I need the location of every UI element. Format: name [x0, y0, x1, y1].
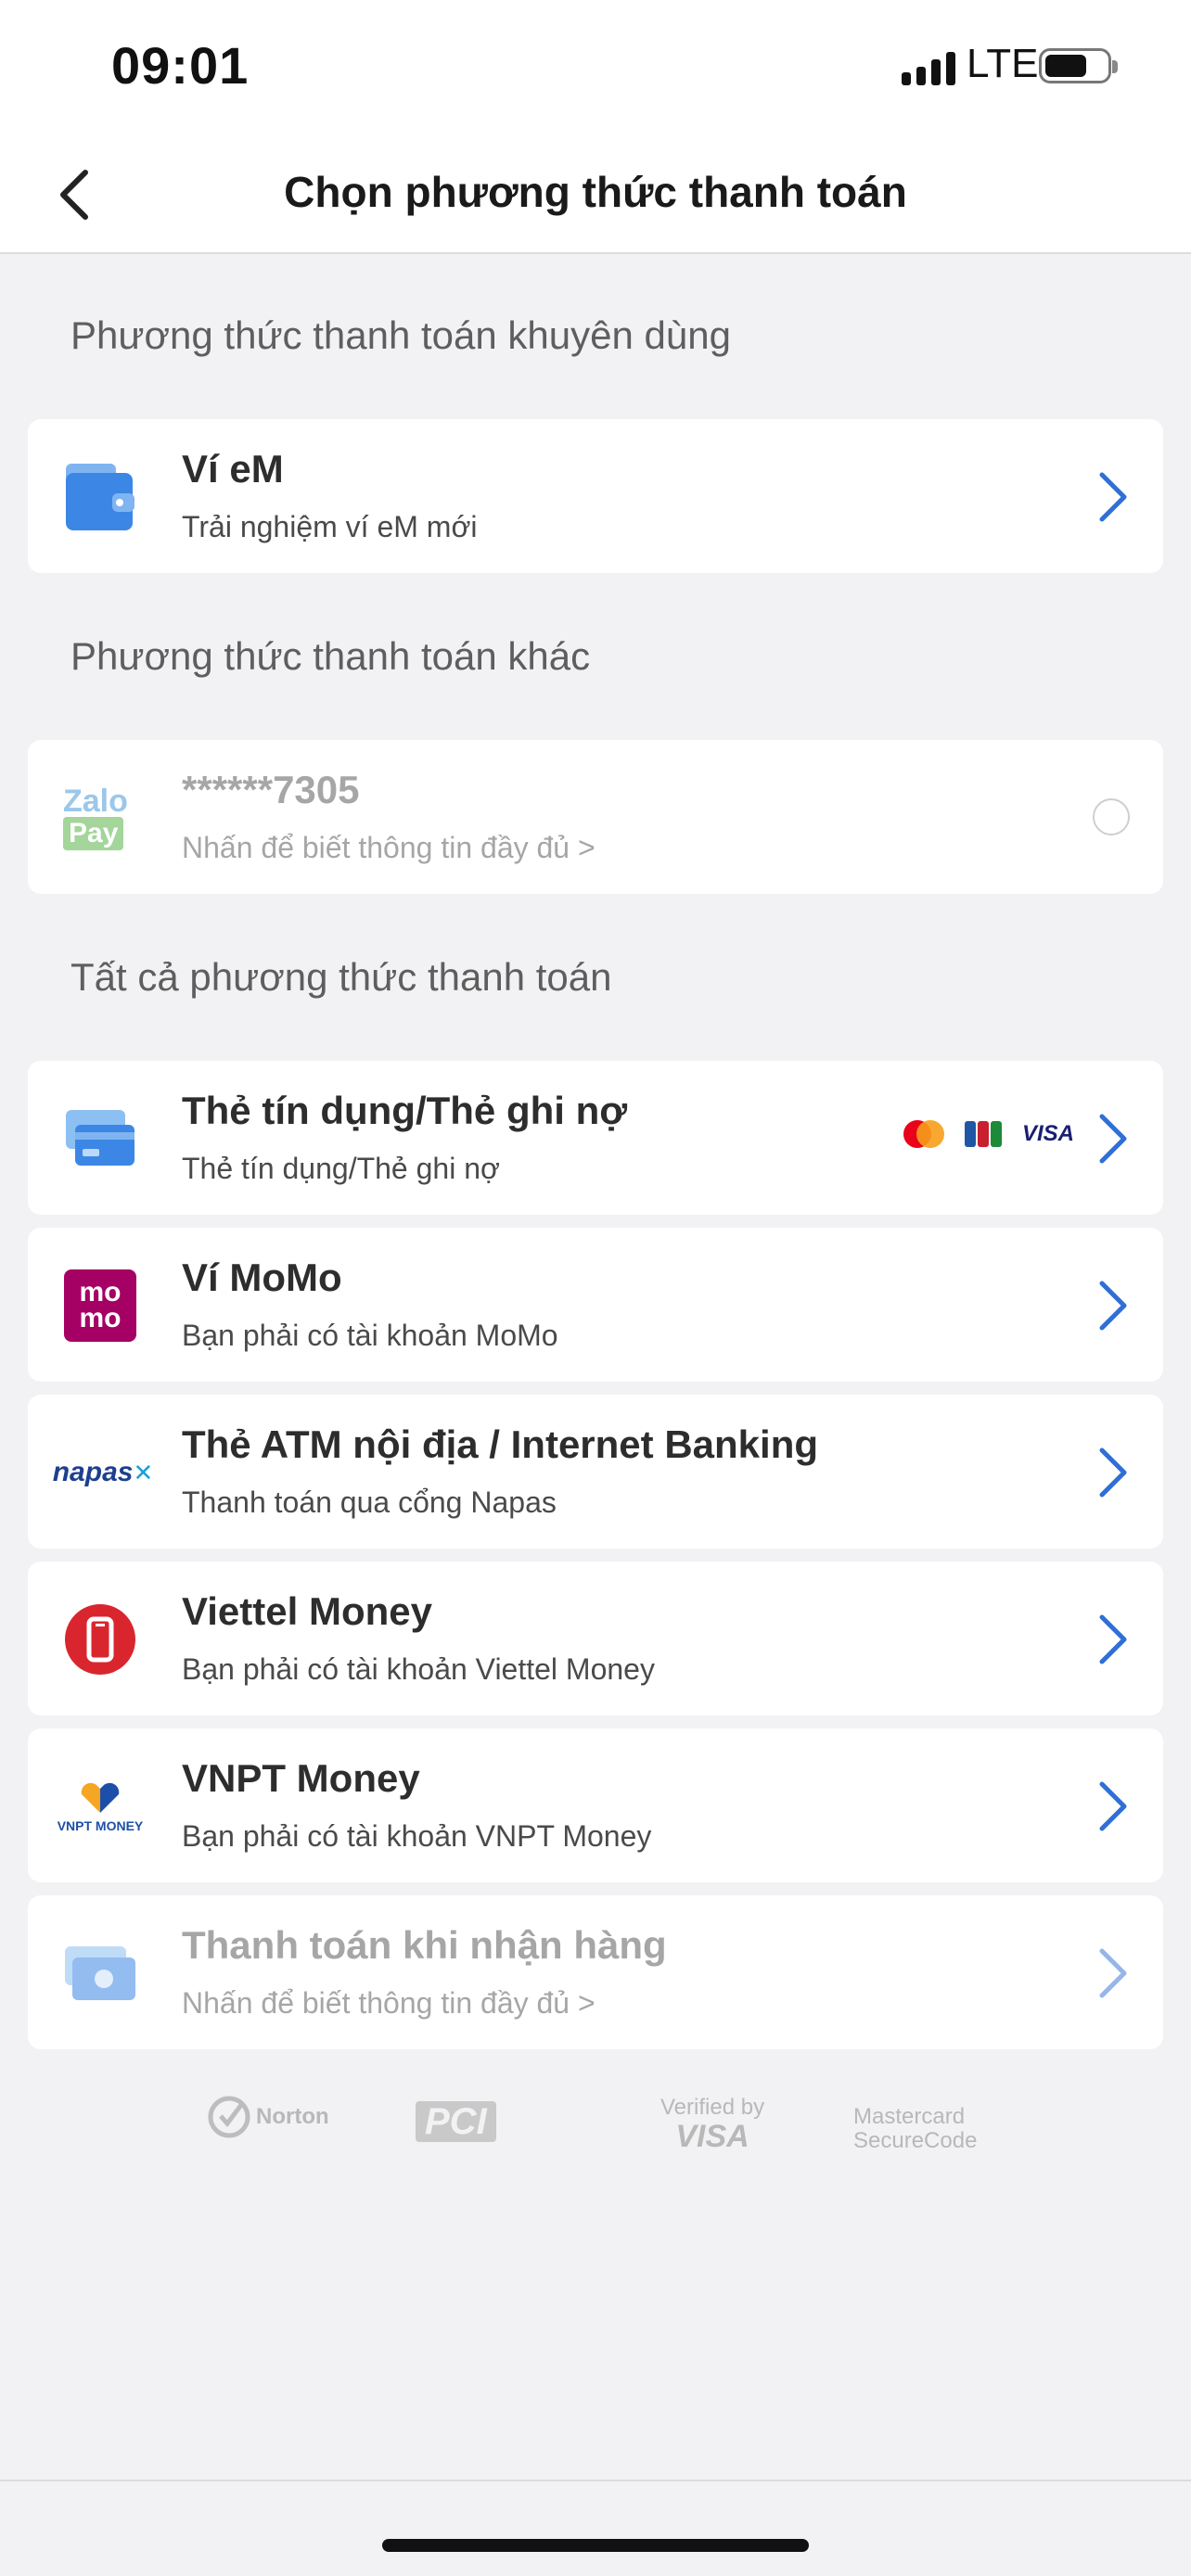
napas-logo-text: napas — [52, 1457, 134, 1487]
method-subtitle: Nhấn để biết thông tin đầy đủ > — [182, 831, 596, 864]
battery-icon — [1039, 48, 1118, 83]
method-subtitle: Bạn phải có tài khoản Viettel Money — [182, 1652, 655, 1686]
securecode-text: SecureCode — [853, 2128, 978, 2153]
section-header-recommended: Phương thức thanh toán khuyên dùng — [70, 313, 731, 357]
method-momo[interactable]: mo mo Ví MoMo Bạn phải có tài khoản MoMo — [28, 1228, 1163, 1382]
zalopay-logo-icon: Zalo Pay — [63, 781, 137, 855]
napas-logo-icon: napas ✕ — [52, 1457, 154, 1487]
credit-card-icon — [63, 1102, 137, 1176]
method-title: Thanh toán khi nhận hàng — [182, 1923, 667, 1967]
method-vi-em[interactable]: Ví eM Trải nghiệm ví eM mới — [28, 419, 1163, 573]
card-brands: VISA — [903, 1120, 1074, 1148]
section-header-all: Tất cả phương thức thanh toán — [70, 955, 612, 999]
wallet-icon — [63, 460, 137, 534]
method-title: Ví eM — [182, 447, 284, 491]
method-zalopay[interactable]: Zalo Pay ******7305 Nhấn để biết thông t… — [28, 740, 1163, 894]
pci-logo: PCI — [416, 2101, 496, 2142]
momo-logo-bottom: mo — [79, 1303, 122, 1333]
method-title: Ví MoMo — [182, 1256, 342, 1299]
security-logos: Norton PCI Verified by VISA Mastercard S… — [0, 2096, 1191, 2170]
verified-visa-text: VISA — [675, 2119, 749, 2154]
signal-icon — [902, 52, 955, 85]
method-napas[interactable]: napas ✕ Thẻ ATM nội địa / Internet Banki… — [28, 1395, 1163, 1549]
pci-text: PCI — [416, 2101, 496, 2142]
radio-button[interactable] — [1093, 798, 1130, 835]
vnpt-logo-text: VNPT MONEY — [57, 1818, 144, 1833]
method-subtitle: Thanh toán qua cổng Napas — [182, 1486, 557, 1519]
norton-text: Norton — [256, 2104, 329, 2129]
method-viettel-money[interactable]: Viettel Money Bạn phải có tài khoản Viet… — [28, 1562, 1163, 1715]
chevron-right-icon — [1099, 1114, 1127, 1164]
method-title: Thẻ ATM nội địa / Internet Banking — [182, 1422, 819, 1466]
method-subtitle: Bạn phải có tài khoản MoMo — [182, 1319, 558, 1352]
method-vnpt-money[interactable]: VNPT MONEY VNPT Money Bạn phải có tài kh… — [28, 1728, 1163, 1882]
norton-logo: Norton — [208, 2096, 329, 2138]
zalopay-logo-bottom: Pay — [63, 817, 124, 850]
method-credit-card[interactable]: Thẻ tín dụng/Thẻ ghi nợ Thẻ tín dụng/Thẻ… — [28, 1061, 1163, 1215]
bottom-divider — [0, 2480, 1191, 2481]
jcb-icon — [964, 1121, 1002, 1147]
section-header-other: Phương thức thanh toán khác — [70, 634, 591, 678]
chevron-right-icon — [1099, 1948, 1127, 1998]
chevron-right-icon — [1099, 1281, 1127, 1331]
visa-icon: VISA — [1021, 1121, 1074, 1146]
mastercard-text: Mastercard — [853, 2104, 966, 2129]
verified-by-visa-logo: Verified by VISA — [660, 2095, 765, 2154]
viettel-money-logo-icon — [63, 1602, 137, 1677]
mastercard-icon — [903, 1120, 944, 1148]
method-title: Thẻ tín dụng/Thẻ ghi nợ — [182, 1089, 628, 1132]
vnpt-money-logo-icon: VNPT MONEY — [54, 1769, 147, 1843]
momo-logo-top: mo — [79, 1277, 122, 1307]
method-title: ******7305 — [182, 768, 360, 811]
home-indicator[interactable] — [382, 2539, 809, 2552]
method-subtitle: Bạn phải có tài khoản VNPT Money — [182, 1819, 652, 1853]
cash-icon — [63, 1936, 137, 2010]
page-title: Chọn phương thức thanh toán — [284, 168, 907, 216]
nav-bar: Chọn phương thức thanh toán — [0, 139, 1191, 254]
status-time: 09:01 — [111, 36, 250, 95]
chevron-right-icon — [1099, 1447, 1127, 1498]
chevron-right-icon — [1099, 1614, 1127, 1664]
chevron-right-icon — [1099, 472, 1127, 522]
verified-by-text: Verified by — [660, 2095, 765, 2120]
method-title: VNPT Money — [182, 1756, 420, 1800]
status-bar: 09:01 LTE — [0, 0, 1191, 139]
method-cash-on-delivery[interactable]: Thanh toán khi nhận hàng Nhấn để biết th… — [28, 1895, 1163, 2049]
zalopay-logo-top: Zalo — [63, 784, 128, 819]
momo-logo-icon: mo mo — [63, 1269, 137, 1343]
method-subtitle: Nhấn để biết thông tin đầy đủ > — [182, 1986, 596, 2020]
network-label: LTE — [967, 41, 1039, 86]
chevron-right-icon — [1099, 1781, 1127, 1831]
method-subtitle: Trải nghiệm ví eM mới — [182, 510, 478, 543]
mastercard-securecode-logo: Mastercard SecureCode — [853, 2105, 977, 2153]
method-subtitle: Thẻ tín dụng/Thẻ ghi nợ — [182, 1152, 500, 1185]
method-title: Viettel Money — [182, 1589, 432, 1633]
